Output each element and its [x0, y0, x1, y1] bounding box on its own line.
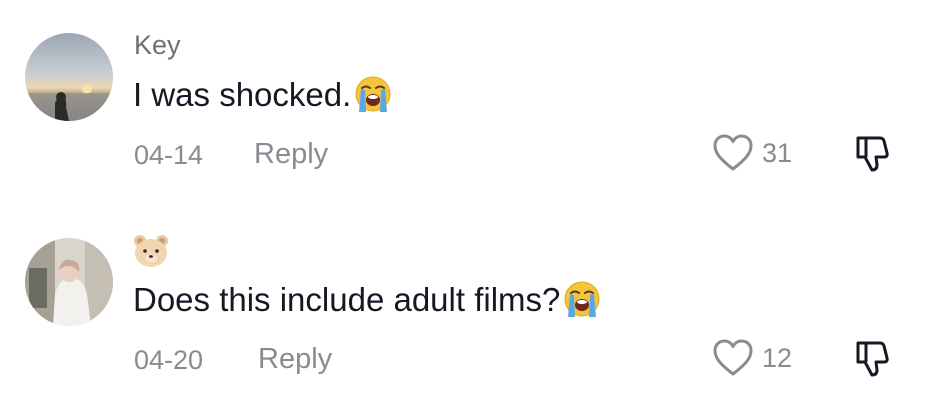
comment-date: 04-20: [134, 345, 204, 375]
avatar[interactable]: [25, 238, 113, 326]
dislike-icon[interactable]: [852, 337, 892, 379]
username[interactable]: Key: [134, 30, 181, 60]
person-photo-avatar: [25, 238, 113, 326]
like-count: 31: [762, 137, 793, 168]
comment-item: Key I was shocked. 04-14 Reply 31: [0, 0, 925, 200]
reply-button[interactable]: Reply: [258, 344, 332, 374]
like-button[interactable]: 31: [712, 133, 792, 173]
comment-text-content: I was shocked.: [133, 76, 352, 113]
sunset-beach-avatar: [25, 33, 113, 121]
loudly-crying-face-emoji: [562, 279, 602, 319]
comment-text: I was shocked.: [133, 74, 393, 115]
dislike-icon[interactable]: [852, 132, 892, 174]
comment-text-content: Does this include adult films?: [133, 281, 561, 318]
comment-item: Does this include adult films? 04-20 Rep…: [0, 205, 925, 400]
heart-icon: [713, 134, 753, 171]
like-count: 12: [762, 342, 793, 373]
reply-button[interactable]: Reply: [254, 139, 328, 169]
comment-text: Does this include adult films?: [133, 279, 602, 320]
bear-face-emoji[interactable]: [132, 232, 170, 270]
heart-icon: [713, 339, 753, 376]
loudly-crying-face-emoji: [353, 74, 393, 114]
comment-date: 04-14: [134, 140, 204, 170]
like-button[interactable]: 12: [712, 338, 792, 378]
avatar[interactable]: [25, 33, 113, 121]
